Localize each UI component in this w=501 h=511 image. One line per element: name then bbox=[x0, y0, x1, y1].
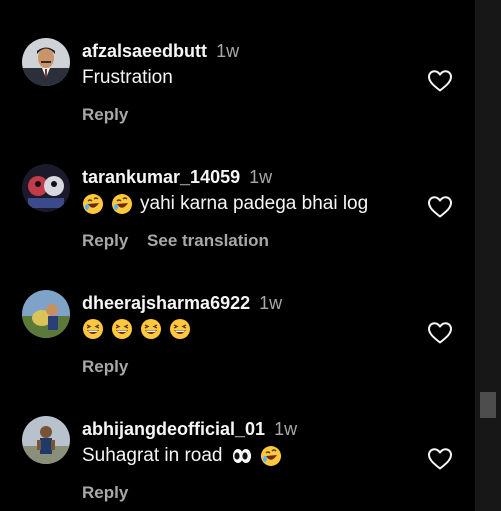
comment-item: tarankumar_14059 1w yahi karna padega bh… bbox=[0, 164, 475, 284]
avatar[interactable] bbox=[22, 164, 70, 212]
scrollbar[interactable] bbox=[475, 0, 501, 511]
comment-item: abhijangdeofficial_01 1w Suhagrat in roa… bbox=[0, 416, 475, 511]
comment-text: Frustration bbox=[82, 66, 173, 90]
comments-list: afzalsaeedbutt 1w Frustration Reply tara… bbox=[0, 0, 475, 511]
reply-button[interactable]: Reply bbox=[82, 231, 128, 250]
heart-outline-icon bbox=[428, 448, 452, 470]
comment-text-content: yahi karna padega bhai log bbox=[140, 193, 369, 214]
comment-username[interactable]: abhijangdeofficial_01 bbox=[82, 419, 265, 439]
like-button[interactable] bbox=[427, 69, 453, 93]
avatar[interactable] bbox=[22, 416, 70, 464]
comment-time: 1w bbox=[249, 167, 273, 187]
comment-time: 1w bbox=[274, 419, 298, 439]
comment-text: Suhagrat in road bbox=[82, 444, 289, 468]
comment-text-content: Frustration bbox=[82, 67, 173, 88]
comment-text: yahi karna padega bhai log bbox=[82, 192, 368, 216]
avatar-person-outdoor-icon bbox=[22, 416, 70, 464]
comment-username[interactable]: tarankumar_14059 bbox=[82, 167, 240, 187]
comment-item: dheerajsharma6922 1w Reply bbox=[0, 290, 475, 410]
avatar[interactable] bbox=[22, 290, 70, 338]
avatar-outdoor-icon bbox=[22, 290, 70, 338]
avatar-man-suit-icon bbox=[22, 38, 70, 86]
comment-item: afzalsaeedbutt 1w Frustration Reply bbox=[0, 38, 475, 158]
comment-text bbox=[82, 318, 198, 340]
comment-text-content: Suhagrat in road bbox=[82, 445, 223, 466]
avatar[interactable] bbox=[22, 38, 70, 86]
reply-button[interactable]: Reply bbox=[82, 357, 128, 376]
comment-username[interactable]: afzalsaeedbutt bbox=[82, 41, 207, 61]
like-button[interactable] bbox=[427, 195, 453, 219]
grinning-squinting-face-icon bbox=[169, 318, 191, 340]
reply-button[interactable]: Reply bbox=[82, 483, 128, 502]
see-translation-button[interactable]: See translation bbox=[147, 231, 269, 250]
comment-time: 1w bbox=[216, 41, 240, 61]
comment-username[interactable]: dheerajsharma6922 bbox=[82, 293, 250, 313]
grinning-squinting-face-icon bbox=[82, 318, 104, 340]
reply-button[interactable]: Reply bbox=[82, 105, 128, 124]
heart-outline-icon bbox=[428, 70, 452, 92]
like-button[interactable] bbox=[427, 321, 453, 345]
eyes-icon bbox=[231, 445, 253, 467]
rolling-on-floor-laughing-icon bbox=[111, 193, 133, 215]
heart-outline-icon bbox=[428, 196, 452, 218]
like-button[interactable] bbox=[427, 447, 453, 471]
heart-outline-icon bbox=[428, 322, 452, 344]
grinning-squinting-face-icon bbox=[140, 318, 162, 340]
rolling-on-floor-laughing-icon bbox=[82, 193, 104, 215]
comment-time: 1w bbox=[259, 293, 283, 313]
scrollbar-thumb[interactable] bbox=[480, 392, 496, 418]
rolling-on-floor-laughing-icon bbox=[260, 445, 282, 467]
grinning-squinting-face-icon bbox=[111, 318, 133, 340]
avatar-cartoon-icon bbox=[22, 164, 70, 212]
